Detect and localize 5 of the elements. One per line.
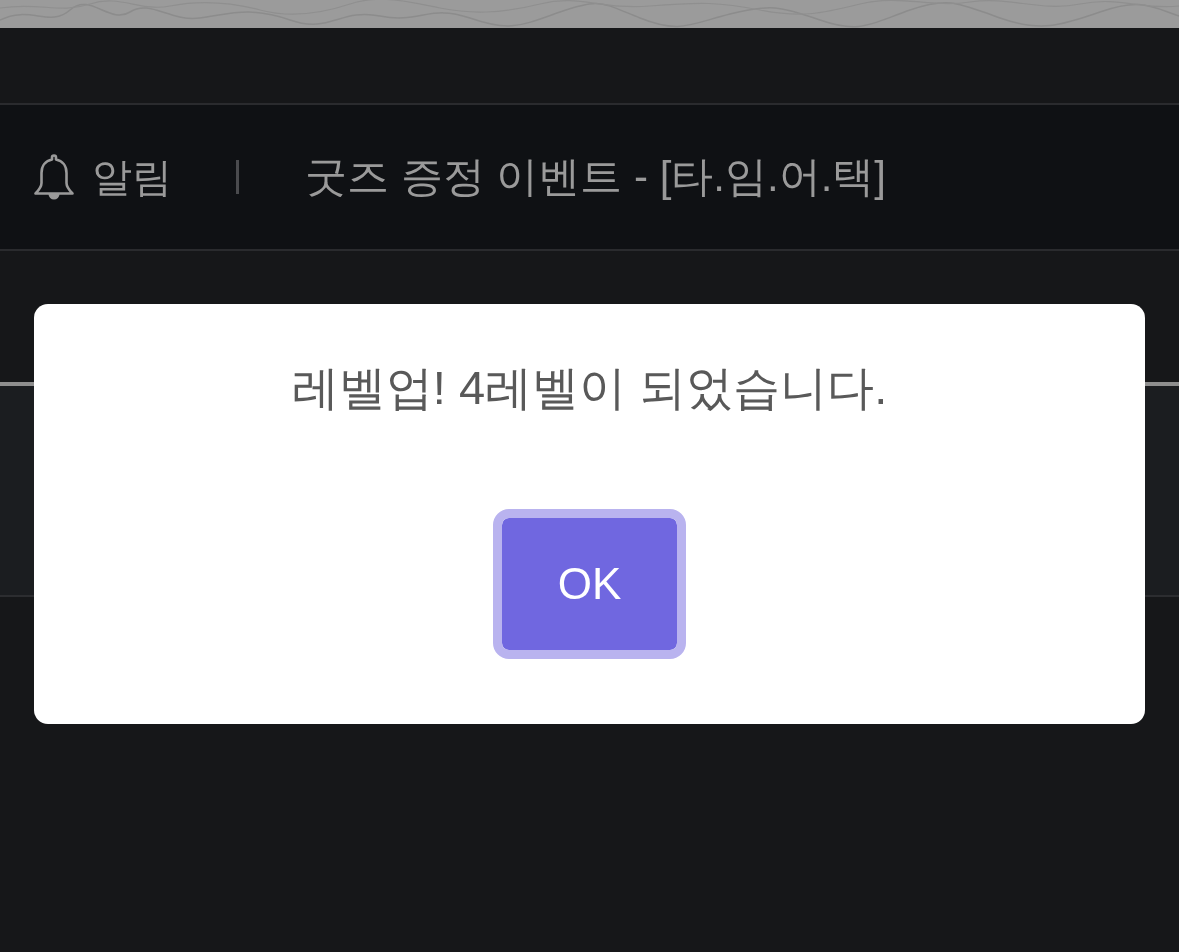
notice-link[interactable]: 굿즈 증정 이벤트 - [타.임.어.택] [305,156,886,198]
bell-icon [33,153,75,201]
dialog-message: 레벨업! 4레벨이 되었습니다. [291,360,888,416]
notice-label: 알림 [92,157,172,197]
ok-button[interactable]: OK [493,509,686,660]
